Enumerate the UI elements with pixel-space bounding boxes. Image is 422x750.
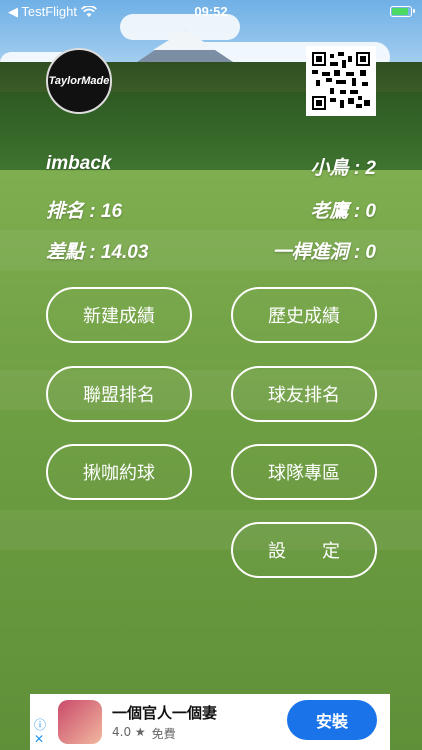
brand-logo-text: TaylorMade: [48, 75, 110, 87]
new-score-button[interactable]: 新建成績: [46, 287, 192, 343]
ad-title: 一個官人一個妻: [112, 704, 218, 722]
battery-icon: [390, 6, 415, 17]
invite-golf-button[interactable]: 揪咖約球: [46, 444, 192, 500]
settings-button[interactable]: 設 定: [231, 522, 377, 578]
team-zone-button[interactable]: 球隊專區: [231, 444, 377, 500]
ad-subtitle: 4.0 ★ 免費: [112, 725, 176, 742]
status-time: 09:52: [194, 4, 228, 19]
rank-value: 排名 : 16: [46, 201, 123, 222]
league-rank-button[interactable]: 聯盟排名: [46, 366, 192, 422]
ad-rating: 4.0 ★: [112, 725, 146, 739]
history-score-button[interactable]: 歷史成績: [231, 287, 377, 343]
hole-in-one-count: 一桿進洞 : 0: [272, 242, 376, 263]
ad-info-icon[interactable]: ⓘ: [34, 716, 46, 733]
username: imback: [46, 153, 112, 174]
eagle-count: 老鷹 : 0: [310, 201, 376, 222]
ad-price: 免費: [151, 727, 176, 741]
ad-close-icon[interactable]: ✕: [34, 732, 44, 746]
brand-logo[interactable]: TaylorMade: [46, 48, 112, 114]
ad-install-button[interactable]: 安裝: [287, 700, 377, 740]
friend-rank-button[interactable]: 球友排名: [231, 366, 377, 422]
status-bar: ◀ TestFlight 09:52: [0, 0, 422, 24]
ad-banner[interactable]: ⓘ ✕ 一個官人一個妻 4.0 ★ 免費 安裝: [30, 694, 390, 750]
ad-app-icon: [58, 700, 102, 744]
qr-code-pattern: [312, 52, 370, 110]
qr-code-icon[interactable]: [306, 46, 376, 116]
birdie-count: 小鳥 : 2: [310, 158, 376, 179]
handicap-value: 差點 : 14.03: [46, 242, 149, 263]
mountain-snowcap: [153, 30, 217, 50]
